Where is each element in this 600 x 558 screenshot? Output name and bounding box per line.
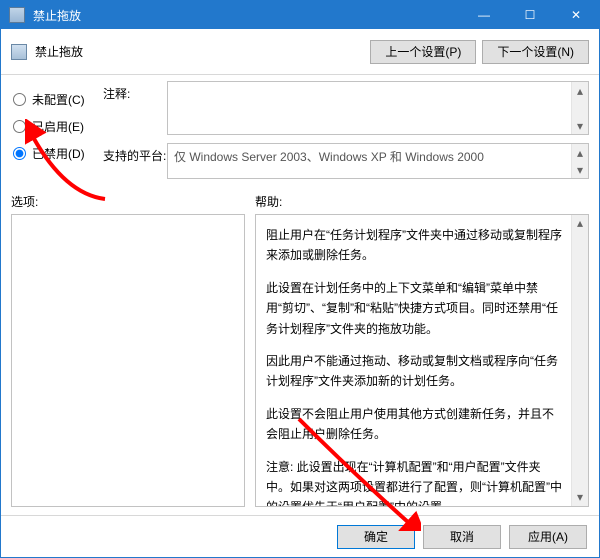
help-paragraph: 此设置在计划任务中的上下文菜单和“编辑”菜单中禁用“剪切”、“复制”和“粘贴”快… <box>266 278 564 339</box>
supported-platforms-box: 仅 Windows Server 2003、Windows XP 和 Windo… <box>167 143 589 179</box>
platform-scrollbar[interactable]: ▴ ▾ <box>571 144 588 178</box>
radio-not-configured-label: 未配置(C) <box>32 91 85 108</box>
scroll-down-icon[interactable]: ▾ <box>572 161 588 178</box>
minimize-button[interactable]: — <box>461 1 507 29</box>
help-label: 帮助: <box>255 193 282 210</box>
titlebar: 禁止拖放 — ☐ ✕ <box>1 1 599 29</box>
radio-enabled-label: 已启用(E) <box>32 118 84 135</box>
options-label: 选项: <box>11 193 255 210</box>
help-paragraph: 此设置不会阻止用户使用其他方式创建新任务，并且不会阻止用户删除任务。 <box>266 404 564 445</box>
window-title: 禁止拖放 <box>33 7 461 24</box>
body: 未配置(C) 已启用(E) 已禁用(D) 注释: ▴ <box>1 75 599 515</box>
toolbar: 禁止拖放 上一个设置(P) 下一个设置(N) <box>1 29 599 75</box>
policy-caption: 禁止拖放 <box>35 43 83 60</box>
cancel-button[interactable]: 取消 <box>423 525 501 549</box>
comment-label: 注释: <box>103 81 167 135</box>
scroll-down-icon[interactable]: ▾ <box>572 489 588 506</box>
scroll-up-icon[interactable]: ▴ <box>572 82 588 99</box>
radio-disabled[interactable]: 已禁用(D) <box>11 145 103 162</box>
help-paragraph: 因此用户不能通过拖动、移动或复制文档或程序向“任务计划程序”文件夹添加新的计划任… <box>266 351 564 392</box>
radio-not-configured-input[interactable] <box>13 93 26 106</box>
radio-disabled-input[interactable] <box>13 147 26 160</box>
policy-dialog: 禁止拖放 — ☐ ✕ 禁止拖放 上一个设置(P) 下一个设置(N) 未配置(C)… <box>0 0 600 558</box>
scroll-up-icon[interactable]: ▴ <box>572 144 588 161</box>
apply-button[interactable]: 应用(A) <box>509 525 587 549</box>
state-radio-group: 未配置(C) 已启用(E) 已禁用(D) <box>11 81 103 187</box>
next-setting-button[interactable]: 下一个设置(N) <box>482 40 589 64</box>
close-button[interactable]: ✕ <box>553 1 599 29</box>
radio-disabled-label: 已禁用(D) <box>32 145 85 162</box>
comment-textarea[interactable]: ▴ ▾ <box>167 81 589 135</box>
supported-platforms-value: 仅 Windows Server 2003、Windows XP 和 Windo… <box>174 150 484 164</box>
radio-enabled-input[interactable] <box>13 120 26 133</box>
scroll-down-icon[interactable]: ▾ <box>572 117 588 134</box>
radio-enabled[interactable]: 已启用(E) <box>11 118 103 135</box>
scroll-up-icon[interactable]: ▴ <box>572 215 588 232</box>
policy-icon <box>11 44 27 60</box>
app-icon <box>9 7 25 23</box>
comment-scrollbar[interactable]: ▴ ▾ <box>571 82 588 134</box>
platform-label: 支持的平台: <box>103 143 167 179</box>
help-scrollbar[interactable]: ▴ ▾ <box>571 215 588 506</box>
help-paragraph: 阻止用户在“任务计划程序”文件夹中通过移动或复制程序来添加或删除任务。 <box>266 225 564 266</box>
options-panel <box>11 214 245 507</box>
help-paragraph: 注意: 此设置出现在“计算机配置”和“用户配置”文件夹中。如果对这两项设置都进行… <box>266 457 564 507</box>
maximize-button[interactable]: ☐ <box>507 1 553 29</box>
ok-button[interactable]: 确定 <box>337 525 415 549</box>
footer: 确定 取消 应用(A) <box>1 515 599 557</box>
radio-not-configured[interactable]: 未配置(C) <box>11 91 103 108</box>
previous-setting-button[interactable]: 上一个设置(P) <box>370 40 476 64</box>
help-panel: 阻止用户在“任务计划程序”文件夹中通过移动或复制程序来添加或删除任务。 此设置在… <box>255 214 589 507</box>
